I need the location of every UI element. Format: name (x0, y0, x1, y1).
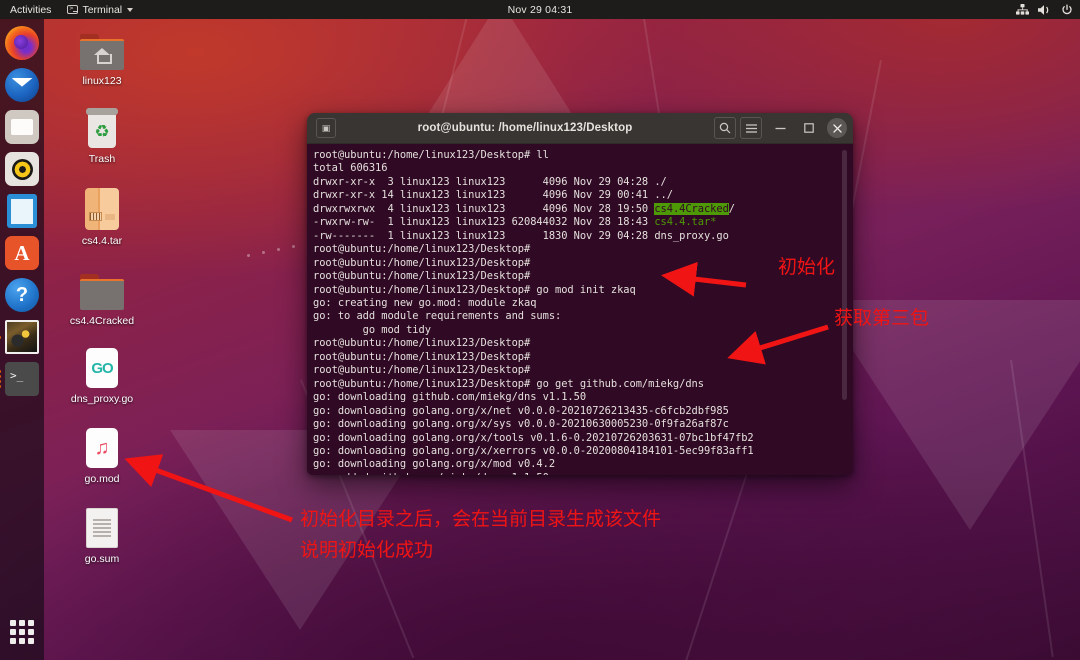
files-icon (5, 110, 39, 144)
music-note-glyph: ♫ (86, 428, 118, 468)
clock[interactable]: Nov 29 04:31 (0, 4, 1080, 16)
desktop-icon-gomod[interactable]: ♫ go.mod (56, 420, 148, 486)
network-icon (1016, 4, 1029, 15)
trash-icon: ♻ (56, 100, 148, 148)
desktop-icon-cs44cracked[interactable]: cs4.4Cracked (56, 262, 148, 328)
terminal-output-area[interactable]: root@ubuntu:/home/linux123/Desktop# ll t… (307, 144, 853, 475)
terminal-window[interactable]: ▣ root@ubuntu: /home/linux123/Desktop ro… (307, 113, 853, 475)
desktop-icon-label: go.mod (84, 473, 120, 485)
app-menu-label: Terminal (82, 3, 123, 16)
terminal-titlebar[interactable]: ▣ root@ubuntu: /home/linux123/Desktop (307, 113, 853, 144)
rhythmbox-icon (5, 152, 39, 186)
archive-icon (56, 182, 148, 230)
desktop-icon-label: Trash (88, 153, 116, 165)
terminal-icon (67, 4, 79, 14)
go-file-icon: GO (56, 340, 148, 388)
folder-home-icon (56, 22, 148, 70)
dock: A ? (0, 19, 44, 660)
dock-item-help[interactable]: ? (4, 277, 40, 313)
fetch-package-note: 获取第三包 (834, 307, 930, 329)
dock-item-terminal[interactable] (0, 361, 40, 397)
terminal-icon (5, 362, 39, 396)
desktop-icon-label: cs4.4Cracked (69, 315, 135, 327)
desktop-icon-cs44tar[interactable]: cs4.4.tar (56, 182, 148, 248)
system-indicators[interactable] (1016, 0, 1073, 19)
top-bar: Activities Terminal Nov 29 04:31 (0, 0, 1080, 19)
desktop-icon-dnsproxygo[interactable]: GO dns_proxy.go (56, 340, 148, 406)
desktop-icon-label: dns_proxy.go (70, 393, 134, 405)
chevron-down-icon (127, 7, 134, 12)
ubuntu-software-icon: A (5, 236, 39, 270)
dock-item-ubuntu-software[interactable]: A (4, 235, 40, 271)
maximize-icon[interactable] (798, 117, 820, 139)
dock-item-libreoffice-writer[interactable] (4, 193, 40, 229)
dock-item-firefox[interactable] (4, 25, 40, 61)
music-file-icon: ♫ (56, 420, 148, 468)
gomod-note-line2: 说明初始化成功 (300, 539, 434, 561)
running-indicator (0, 319, 1, 355)
init-note: 初始化 (778, 256, 836, 278)
desktop-icon-linux123[interactable]: linux123 (56, 22, 148, 88)
volume-icon (1038, 4, 1052, 16)
new-tab-icon[interactable]: ▣ (316, 118, 336, 138)
image-viewer-icon (5, 320, 39, 354)
folder-icon (56, 262, 148, 310)
minimize-icon[interactable] (769, 117, 791, 139)
libreoffice-writer-icon (7, 194, 37, 228)
firefox-icon (5, 26, 39, 60)
help-icon: ? (5, 278, 39, 312)
desktop-icon-gosum[interactable]: go.sum (56, 500, 148, 566)
dock-item-files[interactable] (4, 109, 40, 145)
thunderbird-icon (5, 68, 39, 102)
dock-item-thunderbird[interactable] (4, 67, 40, 103)
desktop-screen: Activities Terminal Nov 29 04:31 (0, 0, 1080, 660)
dock-item-image-viewer[interactable] (0, 319, 40, 355)
terminal-title: root@ubuntu: /home/linux123/Desktop (417, 122, 633, 134)
menu-icon[interactable] (740, 117, 762, 139)
desktop-icon-label: cs4.4.tar (81, 235, 123, 247)
desktop-icon-label: go.sum (84, 553, 120, 565)
app-menu-button[interactable]: Terminal (59, 4, 141, 16)
terminal-scrollbar[interactable] (842, 150, 847, 400)
power-icon (1061, 4, 1073, 16)
dock-item-rhythmbox[interactable] (4, 151, 40, 187)
desktop-icon-label: linux123 (82, 75, 122, 87)
activities-button[interactable]: Activities (0, 4, 59, 16)
terminal-text: root@ubuntu:/home/linux123/Desktop# ll t… (313, 149, 754, 475)
close-icon[interactable] (827, 118, 847, 138)
go-logo-glyph: GO (86, 348, 118, 388)
desktop-icon-trash[interactable]: ♻ Trash (56, 100, 148, 166)
search-icon[interactable] (714, 117, 736, 139)
running-indicator (0, 361, 1, 397)
gomod-note-line1: 初始化目录之后，会在当前目录生成该文件 (300, 508, 662, 530)
show-applications-button[interactable] (4, 614, 40, 650)
text-file-icon (56, 500, 148, 548)
